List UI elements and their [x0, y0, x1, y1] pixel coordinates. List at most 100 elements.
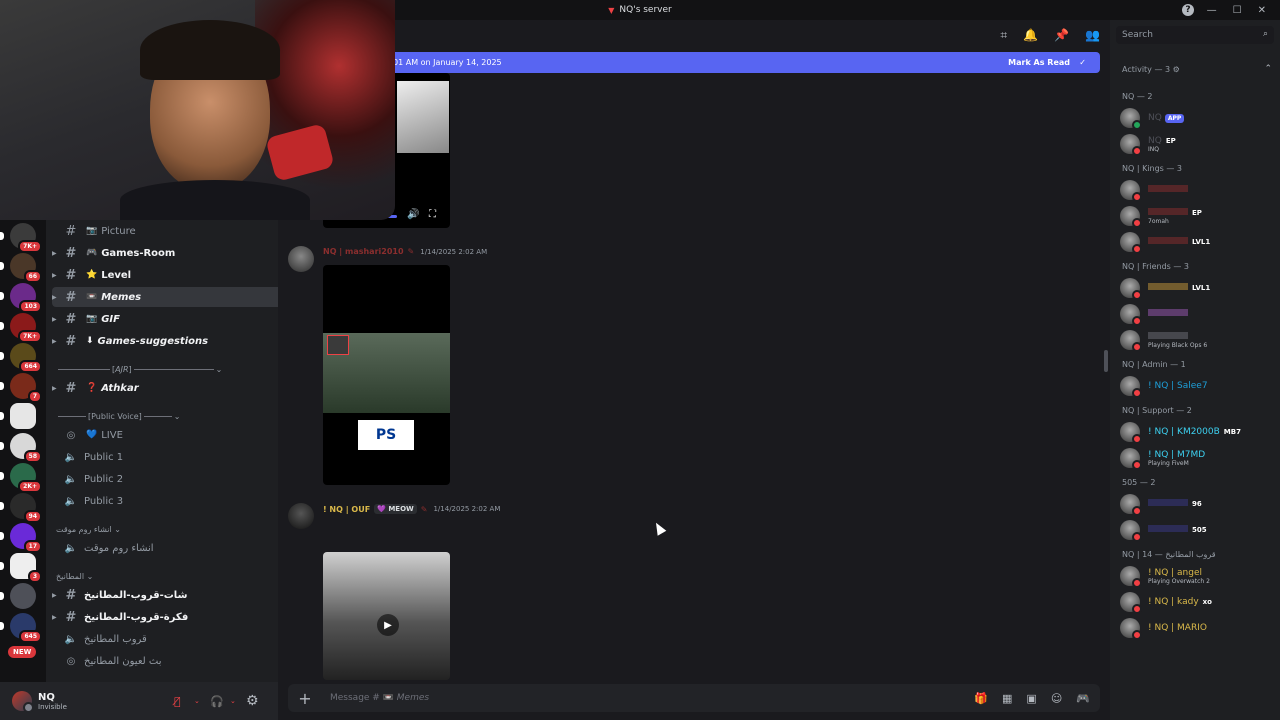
- member-row[interactable]: ! NQ | MARIO: [1120, 616, 1280, 640]
- channel-level[interactable]: ▶# ⭐ Level 2: [52, 265, 316, 285]
- server-icon[interactable]: [0, 403, 36, 429]
- help-icon[interactable]: ?: [1182, 4, 1194, 16]
- chevron-down-icon[interactable]: ⌄: [230, 697, 236, 705]
- server-icon[interactable]: 58: [0, 433, 42, 463]
- avatar[interactable]: [1120, 232, 1142, 254]
- voice-channel-temp[interactable]: 🔈 انشاء روم موقت: [52, 538, 316, 558]
- member-row[interactable]: ! NQ | Salee7: [1120, 374, 1280, 398]
- video-attachment[interactable]: ▶: [323, 552, 450, 680]
- stage-channel-live[interactable]: ◎ 💙 LIVE: [52, 425, 316, 445]
- member-row[interactable]: 96: [1120, 492, 1280, 516]
- avatar[interactable]: [288, 503, 314, 529]
- add-attachment-icon[interactable]: +: [294, 687, 316, 709]
- channel-gif[interactable]: ▶ # 📷 GIF: [52, 309, 316, 329]
- server-icon[interactable]: 94: [0, 493, 42, 523]
- activity-header[interactable]: Activity — 3 ⚙: [1122, 65, 1180, 74]
- member-row[interactable]: ! NQ | M7MD Playing FiveM: [1120, 446, 1280, 470]
- voice-channel-public-1[interactable]: 🔈 Public 1: [52, 447, 316, 467]
- channel-memes[interactable]: ▶# 📼 Memes 1: [52, 287, 316, 307]
- member-row[interactable]: LVL1: [1120, 276, 1280, 300]
- category-ajr[interactable]: [ AJR ] ⌄: [56, 365, 222, 374]
- avatar[interactable]: [1120, 494, 1142, 516]
- avatar[interactable]: [1120, 330, 1142, 352]
- gear-icon[interactable]: ⚙: [246, 693, 259, 709]
- member-row[interactable]: ! NQ | kady xo: [1120, 590, 1280, 614]
- minimize-button[interactable]: —: [1207, 5, 1217, 16]
- avatar[interactable]: [1120, 422, 1142, 444]
- server-icon[interactable]: 17: [0, 523, 42, 553]
- avatar[interactable]: [1120, 108, 1142, 130]
- stage-channel-mataneekh[interactable]: ◎ بث لعيون المطانيخ: [52, 651, 316, 671]
- avatar[interactable]: [1120, 376, 1142, 398]
- avatar[interactable]: [1120, 520, 1142, 542]
- sticker-icon[interactable]: ▣: [1026, 692, 1036, 705]
- avatar[interactable]: [1120, 566, 1142, 588]
- server-icon[interactable]: [0, 583, 36, 609]
- message-composer[interactable]: + Message # 📼 Memes 🎁 ▦ ▣ ☺ 🎮: [288, 684, 1100, 712]
- member-row[interactable]: NQ APP: [1120, 106, 1280, 130]
- category-temp-room[interactable]: انشاء روم موقت ⌄: [56, 525, 121, 534]
- scrollbar[interactable]: [1104, 350, 1108, 372]
- channel-mataneekh-chat[interactable]: ▶ # شات-قروب-المطانيخ: [52, 585, 316, 605]
- apps-icon[interactable]: 🎮: [1076, 692, 1090, 705]
- channel-picture[interactable]: # 📷 Picture: [52, 221, 316, 241]
- server-icon[interactable]: 66: [0, 253, 42, 283]
- close-button[interactable]: ✕: [1258, 5, 1266, 16]
- channel-athkar[interactable]: ▶ # ❓ Athkar: [52, 378, 316, 398]
- bell-icon[interactable]: 🔔: [1023, 28, 1038, 43]
- server-icon[interactable]: 3: [0, 553, 42, 583]
- member-row[interactable]: EP 7omah: [1120, 204, 1280, 228]
- server-icon[interactable]: 2K+: [0, 463, 42, 493]
- server-icon[interactable]: 645: [0, 613, 42, 643]
- server-icon[interactable]: 7K+: [0, 223, 42, 253]
- message-username[interactable]: ! NQ | OUF: [323, 505, 370, 514]
- avatar[interactable]: [1120, 180, 1142, 202]
- gift-icon[interactable]: 🎁: [974, 692, 988, 705]
- member-list-icon[interactable]: 👥: [1085, 28, 1100, 43]
- member-row[interactable]: 505: [1120, 518, 1280, 542]
- avatar[interactable]: [1120, 592, 1142, 614]
- category-public-voice[interactable]: [ Public Voice ] ⌄: [56, 412, 180, 421]
- voice-channel-public-3[interactable]: 🔈 Public 3: [52, 491, 316, 511]
- server-icon[interactable]: 7K+: [0, 313, 42, 343]
- avatar[interactable]: [1120, 278, 1142, 300]
- chevron-up-icon[interactable]: ⌃: [1264, 64, 1272, 74]
- member-row[interactable]: ! NQ | angel Playing Overwatch 2: [1120, 564, 1280, 588]
- mark-as-read-button[interactable]: Mark As Read: [1008, 58, 1070, 67]
- search-input[interactable]: Search ⌕: [1116, 26, 1274, 44]
- voice-channel-mataneekh[interactable]: 🔈 قروب المطانيخ: [52, 629, 316, 649]
- member-row[interactable]: [1120, 178, 1280, 202]
- gif-icon[interactable]: ▦: [1002, 692, 1012, 705]
- server-icon[interactable]: 7: [0, 373, 42, 403]
- message-username[interactable]: NQ | mashari2010: [323, 247, 404, 256]
- member-row[interactable]: LVL1: [1120, 230, 1280, 254]
- member-row[interactable]: NQ EP INQ: [1120, 132, 1280, 156]
- volume-icon[interactable]: 🔊: [407, 209, 419, 220]
- avatar[interactable]: [1120, 206, 1142, 228]
- member-row[interactable]: Playing Black Ops 6: [1120, 328, 1280, 352]
- member-row[interactable]: [1120, 302, 1280, 326]
- threads-icon[interactable]: ⌗: [1000, 28, 1007, 43]
- avatar[interactable]: [1120, 448, 1142, 470]
- maximize-button[interactable]: ☐: [1233, 5, 1242, 16]
- pin-icon[interactable]: 📌: [1054, 28, 1069, 43]
- channel-games-suggestions[interactable]: ▶ # ⬇ Games-suggestions: [52, 331, 316, 351]
- avatar[interactable]: [1120, 304, 1142, 326]
- emoji-icon[interactable]: ☺: [1051, 692, 1062, 705]
- message-input[interactable]: Message # 📼 Memes: [330, 693, 429, 703]
- deafen-icon[interactable]: 🎧: [210, 695, 224, 708]
- mute-mic-icon[interactable]: 🎙̸: [174, 695, 181, 708]
- avatar[interactable]: [288, 246, 314, 272]
- server-icon[interactable]: 103: [0, 283, 42, 313]
- server-icon[interactable]: 664: [0, 343, 42, 373]
- avatar[interactable]: [1120, 618, 1142, 640]
- video-attachment[interactable]: PS: [323, 265, 450, 485]
- avatar[interactable]: [12, 691, 34, 713]
- member-row[interactable]: ! NQ | KM2000B MB7: [1120, 420, 1280, 444]
- channel-games-room[interactable]: ▶# 🎮 Games-Room 1: [52, 243, 316, 263]
- new-messages-bar[interactable]: 01 AM on January 14, 2025 Mark As Read ✓: [278, 52, 1100, 73]
- play-icon[interactable]: ▶: [377, 614, 399, 636]
- category-mataneekh[interactable]: المطانيخ ⌄: [56, 572, 93, 581]
- chevron-down-icon[interactable]: ⌄: [194, 697, 200, 705]
- channel-mataneekh-idea[interactable]: ▶ # فكرة-قروب-المطانيخ: [52, 607, 316, 627]
